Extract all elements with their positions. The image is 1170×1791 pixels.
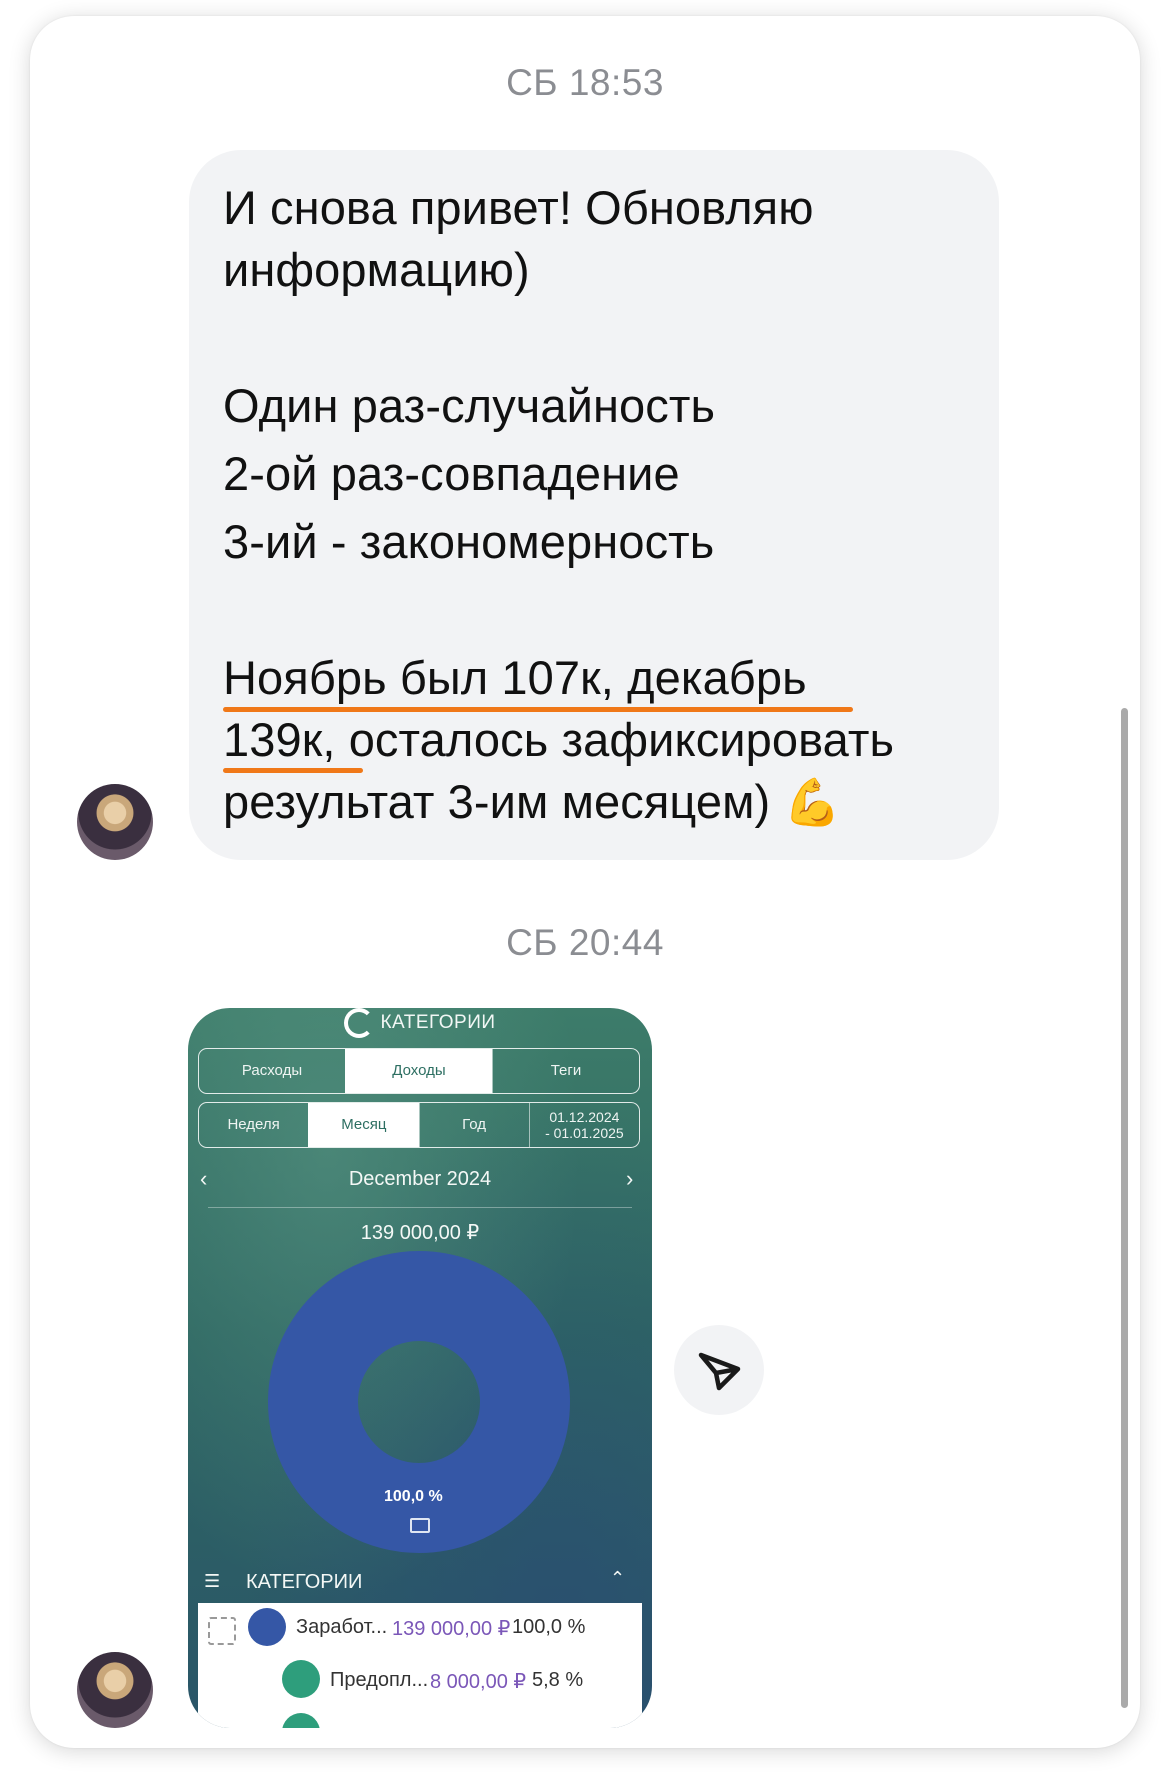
table-row-percent: 100,0 % [512, 1616, 586, 1638]
range-end: - 01.01.2025 [545, 1125, 624, 1141]
period-week[interactable]: Неделя [199, 1103, 308, 1147]
message-line: информацию) [223, 243, 530, 296]
categories-header: КАТЕГОРИИ [246, 1571, 363, 1593]
tab-expenses[interactable]: Расходы [199, 1049, 345, 1093]
attached-screenshot[interactable]: КАТЕГОРИИ Расходы Доходы Теги Неделя Мес… [188, 1008, 652, 1728]
card-category-icon [282, 1660, 320, 1698]
avatar[interactable] [77, 784, 153, 860]
donut-percent-label: 100,0 % [384, 1488, 443, 1505]
message-line: И снова привет! Обновляю [223, 181, 814, 234]
category-icon [282, 1713, 320, 1728]
message-line: 139к, осталось зафиксировать [223, 713, 895, 766]
message-line: 2-ой раз-совпадение [223, 447, 680, 500]
avatar[interactable] [77, 1652, 153, 1728]
table-row-amount: 8 000,00 ₽ [430, 1671, 527, 1693]
month-label: December 2024 [348, 1168, 492, 1190]
chevron-up-icon[interactable]: ⌃ [610, 1568, 625, 1589]
highlight-underline [223, 768, 363, 773]
share-button[interactable] [674, 1325, 764, 1415]
tab-income[interactable]: Доходы [345, 1049, 492, 1093]
message-line: 3-ий - закономерность [223, 515, 715, 568]
send-icon [698, 1352, 741, 1391]
list-icon: ☰ [204, 1571, 221, 1591]
table-row-name: Предопл... [330, 1669, 429, 1691]
category-list: Заработ... 139 000,00 ₽ 100,0 % Предопл.… [198, 1603, 642, 1728]
type-tabs: Расходы Доходы Теги [198, 1048, 640, 1094]
timestamp: СБ 18:53 [506, 62, 664, 103]
wallet-icon [410, 1518, 430, 1533]
table-row-amount: 139 000,00 ₽ [392, 1618, 511, 1640]
timestamp: СБ 20:44 [506, 922, 664, 963]
period-month[interactable]: Месяц [308, 1103, 419, 1147]
period-custom-range[interactable]: 01.12.2024 - 01.01.2025 [528, 1103, 639, 1147]
scan-icon[interactable] [208, 1617, 236, 1645]
donut-slice-0 [268, 1251, 570, 1553]
tab-tags[interactable]: Теги [492, 1049, 639, 1093]
period-tabs: Неделя Месяц Год 01.12.2024 - 01.01.2025 [198, 1102, 640, 1148]
wallet-category-icon [248, 1608, 286, 1646]
scrollbar[interactable] [1121, 708, 1128, 1708]
message-line: Ноябрь был 107к, декабрь [223, 651, 807, 704]
range-start: 01.12.2024 [549, 1108, 620, 1125]
flexed-biceps-emoji: 💪 [783, 776, 841, 828]
screenshot-title: КАТЕГОРИИ [380, 1012, 496, 1034]
period-year[interactable]: Год [418, 1103, 529, 1147]
message-line: Один раз-случайность [223, 379, 716, 432]
app-logo-icon [344, 1008, 375, 1038]
chevron-right-icon[interactable]: › [626, 1166, 633, 1192]
message-line-text: результат 3-им месяцем) [223, 775, 771, 828]
table-row-percent: 5,8 % [532, 1669, 584, 1691]
message-line: результат 3-им месяцем) 💪 [223, 774, 841, 830]
screenshot-header: КАТЕГОРИИ [188, 1008, 652, 1038]
income-donut-chart [268, 1251, 570, 1553]
table-row-name: Заработ... [296, 1616, 388, 1638]
divider [208, 1207, 632, 1208]
total-amount: 139 000,00 ₽ [360, 1222, 480, 1244]
